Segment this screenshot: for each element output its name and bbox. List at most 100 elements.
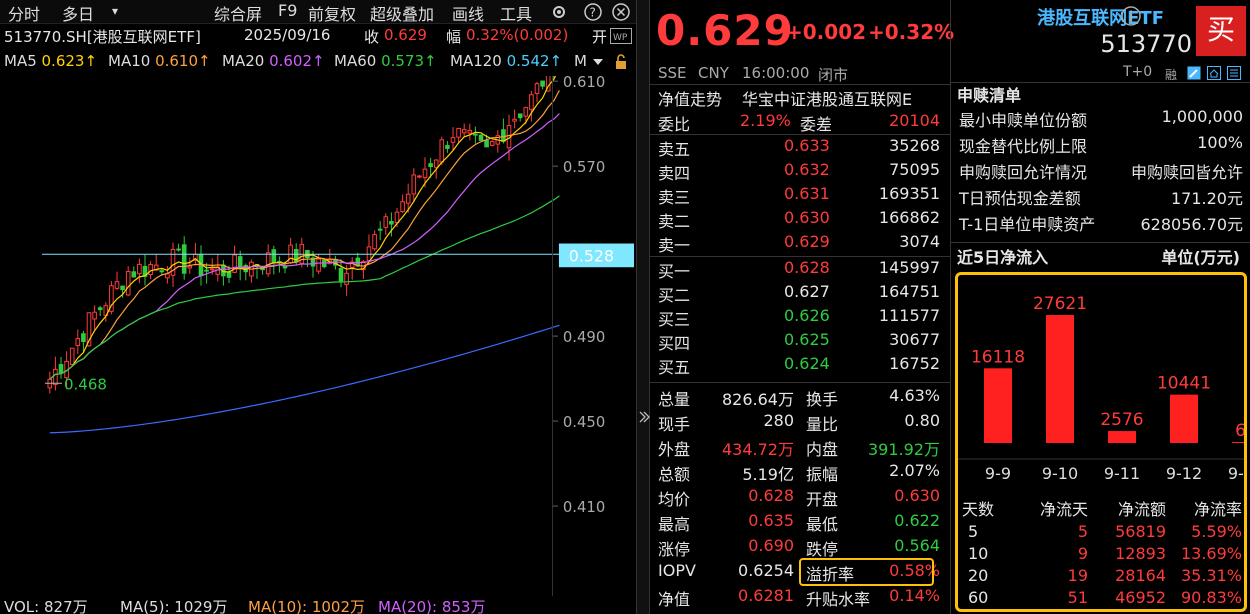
stat-row: 最高 0.635 最低 0.622 (650, 510, 950, 534)
toolbar-item-overlay[interactable]: 超级叠加 (370, 1, 434, 25)
ask-volume: 169351 (878, 184, 940, 203)
bid-row[interactable]: 买三 0.626 111577 (650, 305, 950, 329)
candle-body (467, 129, 473, 134)
stat-value: 0.622 (894, 511, 940, 530)
candle-body (417, 175, 422, 178)
collapse-arrow-icon[interactable] (638, 410, 650, 424)
toolbar-item-composite[interactable]: 综合屏 (214, 1, 262, 25)
close-icon[interactable] (612, 3, 630, 21)
nav-trend-row[interactable]: 净值走势 华宝中证港股通互联网E (650, 85, 950, 109)
candle-body (81, 333, 86, 342)
tab-time-share[interactable]: 分时 (8, 1, 40, 25)
info-icon[interactable] (1121, 6, 1141, 26)
ma-label: MA5 (4, 52, 42, 70)
help-icon[interactable]: ? (584, 3, 602, 21)
home-icon[interactable] (1207, 66, 1221, 80)
ma-value: 0.542↑ (506, 52, 563, 70)
stat-label: 换手 (806, 390, 839, 409)
candle-body (97, 307, 103, 311)
ask-label: 卖二 (658, 212, 691, 231)
toolbar-item-forward-adjust[interactable]: 前复权 (308, 1, 356, 25)
candle-body (92, 311, 97, 320)
buy-button[interactable]: 买 (1196, 6, 1246, 56)
ma20-line (49, 113, 560, 380)
stat-row: 总量 826.64万 换手 4.63% (650, 385, 950, 409)
inflow-flow-days: 19 (1067, 566, 1088, 585)
inflow-bar (984, 368, 1012, 443)
multi-day-dropdown-icon[interactable]: ▾ (112, 4, 118, 18)
inflow-flow-days: 5 (1077, 522, 1088, 541)
candle-body (114, 281, 120, 289)
quote-time: 16:00:00 (742, 64, 810, 82)
candle-body (433, 159, 439, 168)
ma-dropdown-icon[interactable] (592, 56, 604, 68)
stat-label: 净值 (658, 590, 691, 609)
ask-volume: 35268 (889, 136, 940, 155)
stat-row: 净值 0.6281 升贴水率 0.14% (650, 585, 950, 609)
weicha-label: 委差 (800, 115, 833, 134)
candle-body (125, 271, 131, 296)
candle-body (489, 141, 495, 146)
tab-multi-day[interactable]: 多日 (62, 1, 94, 25)
redemption-row: 申购赎回允许情况 申购赎回皆允许 (951, 158, 1250, 182)
bid-row[interactable]: 买五 0.624 16752 (650, 353, 950, 377)
net-inflow-table: 天数 净流天 净流额 净流率 5 5 56819 5.59% 10 9 12893 13.69% 20 1… (958, 495, 1244, 609)
ask-row[interactable]: 卖四 0.632 75095 (650, 159, 950, 183)
candlestick-chart[interactable]: 0.6350.468 (0, 76, 636, 614)
inflow-rate: 90.83% (1180, 588, 1242, 607)
bid-row[interactable]: 买四 0.625 30677 (650, 329, 950, 353)
inflow-table-row: 5 5 56819 5.59% (958, 521, 1244, 545)
redemption-title: 申赎清单 (957, 86, 1022, 105)
edit-icon[interactable] (1187, 66, 1201, 80)
inflow-date-label: 9-10 (1042, 464, 1078, 483)
stat-value: 280 (763, 411, 794, 430)
candle-body (69, 347, 75, 365)
candle-body (411, 174, 417, 195)
ask-label: 卖四 (658, 164, 691, 183)
inflow-date-label: 9-9 (985, 464, 1011, 483)
wp-icon[interactable]: WP (610, 28, 632, 44)
list-icon[interactable] (1227, 66, 1241, 80)
ma5-line (49, 76, 557, 380)
candle-body (204, 269, 209, 272)
stat-label: 总额 (658, 465, 691, 484)
t0-label: T+0 (1123, 64, 1153, 80)
toolbar-item-tools[interactable]: 工具 (500, 1, 532, 25)
redemption-value: 100% (1197, 133, 1243, 152)
ma-legend-ma20: MA20 0.602↑ (222, 52, 325, 70)
bid-price: 0.627 (784, 282, 830, 301)
ask-row[interactable]: 卖三 0.631 169351 (650, 183, 950, 207)
stat-value: 2.07% (889, 461, 940, 480)
panel-divider[interactable] (636, 0, 650, 614)
volume-label: VOL: 827万 (4, 598, 88, 614)
ask-row[interactable]: 卖五 0.633 35268 (650, 135, 950, 159)
inflow-flow-days: 51 (1067, 588, 1088, 607)
stat-row: 涨停 0.690 跌停 0.564 (650, 535, 950, 559)
volume-ma20: MA(20): 853万 (378, 598, 486, 614)
stat-label: 总量 (658, 390, 691, 409)
inflow-bar-label: 2576 (1100, 410, 1143, 430)
toolbar-item-draw[interactable]: 画线 (452, 1, 484, 25)
settings-gear-icon[interactable] (550, 3, 568, 21)
stat-value: 4.63% (889, 386, 940, 405)
bid-row[interactable]: 买一 0.628 145997 (650, 257, 950, 281)
inflow-bar (1232, 442, 1244, 443)
ma120-line (49, 324, 560, 434)
fund-name: 港股互联网ETF (1037, 8, 1164, 29)
stat-value: 5.19亿 (742, 465, 794, 484)
candle-body (501, 129, 506, 142)
net-inflow-bar-chart: 16118 9-9 27621 9-10 2576 9-11 10441 9-12 63 9-15 (958, 294, 1244, 483)
bid-volume: 145997 (878, 258, 940, 277)
stat-value: 0.6254 (738, 561, 794, 580)
candle-body (540, 80, 545, 87)
lock-icon[interactable] (614, 54, 628, 70)
ask-row[interactable]: 卖二 0.630 166862 (650, 207, 950, 231)
bid-row[interactable]: 买二 0.627 164751 (650, 281, 950, 305)
redemption-label: 现金替代比例上限 (959, 137, 1088, 156)
toolbar-item-f9[interactable]: F9 (278, 1, 297, 20)
stat-label: IOPV (658, 561, 696, 580)
stat-label: 涨停 (658, 540, 691, 559)
ask-row[interactable]: 卖一 0.629 3074 (650, 231, 950, 255)
inflow-days: 60 (968, 588, 989, 607)
inflow-header-amount: 净流额 (1117, 500, 1166, 519)
